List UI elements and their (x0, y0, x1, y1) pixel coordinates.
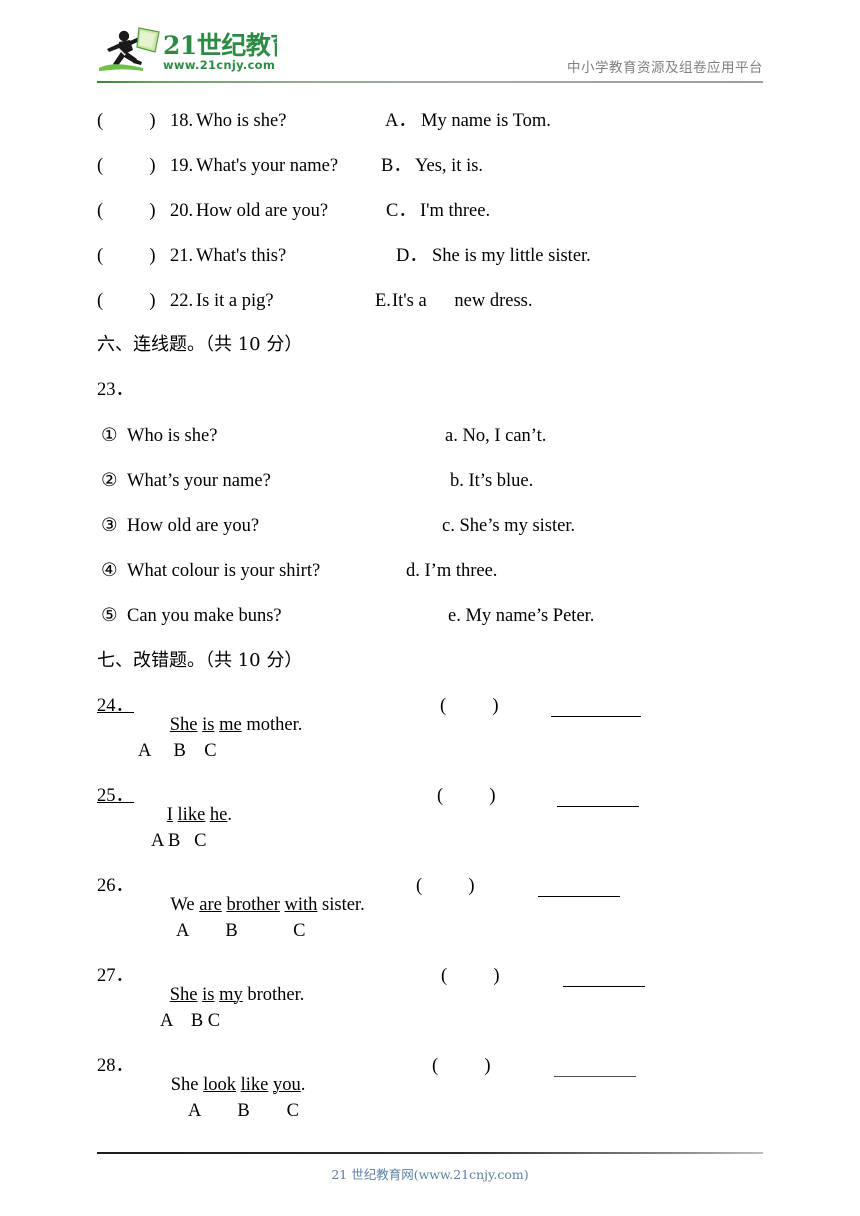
correction-number-28: 28． (97, 1056, 135, 1076)
question-row-18-text: Who is she? (196, 111, 287, 131)
option-a-label: A． (385, 111, 417, 131)
underlined-word: he (209, 804, 228, 825)
option-d-text: She is my little sister. (432, 246, 591, 266)
underlined-word: with (284, 894, 318, 915)
underlined-word: are (199, 894, 222, 915)
plain-text: . (300, 1074, 306, 1095)
underlined-word: like (240, 1074, 269, 1095)
option-a-text: My name is Tom. (421, 111, 551, 131)
question-row-20-text: How old are you? (196, 201, 329, 221)
option-b-text: Yes, it is. (415, 156, 484, 176)
match-right-text-e: e. My name’s Peter. (448, 606, 595, 626)
correction-choices-26: A B C (176, 921, 306, 941)
question-row-19-bracket: ( ) (97, 156, 156, 176)
correction-number-26: 26． (97, 876, 135, 896)
match-left-text-5: Can you make buns? (127, 606, 282, 626)
correction-number-24: 24． (97, 696, 135, 716)
option-c-label: C． (386, 201, 417, 221)
answer-blank-24[interactable] (551, 716, 641, 717)
underlined-word: my (219, 984, 243, 1005)
underlined-word: She (169, 714, 198, 735)
match-left-marker-5: ⑤ (101, 606, 118, 626)
correction-choices-27: A B C (160, 1011, 221, 1031)
plain-text: She (170, 1074, 204, 1095)
plain-text: sister. (317, 894, 365, 915)
option-c-text: I'm three. (420, 201, 491, 221)
answer-blank-26[interactable] (538, 896, 620, 897)
option-e-label: E. (375, 291, 391, 311)
option-d-label: D． (396, 246, 428, 266)
plain-text: mother. (241, 714, 303, 735)
page-header: 21世纪教育 www.21cnjy.com 中小学教育资源及组卷应用平台 (97, 26, 763, 84)
answer-blank-27[interactable] (563, 986, 645, 987)
question-row-19-text: What's your name? (196, 156, 339, 176)
correction-bracket-27[interactable]: ( ) (441, 967, 500, 986)
question-row-21-text: What's this? (196, 246, 287, 266)
match-left-text-1: Who is she? (127, 426, 218, 446)
question-row-20-bracket: ( ) (97, 201, 156, 221)
correction-bracket-26[interactable]: ( ) (416, 877, 475, 896)
brand-logo: 21世纪教育 www.21cnjy.com (97, 26, 277, 76)
match-left-text-4: What colour is your shirt? (127, 561, 321, 581)
correction-number-27: 27． (97, 966, 135, 986)
underlined-word: She (169, 984, 198, 1005)
match-right-text-d: d. I’m three. (406, 561, 498, 581)
match-left-marker-1: ① (101, 426, 118, 446)
header-divider (97, 81, 763, 83)
section-six-heading: 六、连线题。（共 10 分） (97, 334, 303, 355)
underlined-word: like (177, 804, 206, 825)
match-right-text-b: b. It’s blue. (450, 471, 534, 491)
plain-text: We (170, 894, 200, 915)
footer-divider (97, 1152, 763, 1154)
match-left-text-2: What’s your name? (127, 471, 271, 491)
match-left-marker-2: ② (101, 471, 118, 491)
match-left-marker-3: ③ (101, 516, 118, 536)
match-right-text-a: a. No, I can’t. (445, 426, 547, 446)
question-row-22-text: Is it a pig? (196, 291, 274, 311)
underlined-word: you (273, 1074, 301, 1095)
svg-text:www.21cnjy.com: www.21cnjy.com (163, 58, 275, 72)
plain-text: brother. (242, 984, 305, 1005)
underlined-word: is (202, 714, 215, 735)
header-slogan: 中小学教育资源及组卷应用平台 (567, 60, 763, 76)
correction-choices-24: A B C (138, 741, 217, 761)
underlined-word: me (219, 714, 242, 735)
flag-icon (136, 27, 160, 53)
match-left-marker-4: ④ (101, 561, 118, 581)
question-row-22-bracket: ( ) (97, 291, 156, 311)
match-left-text-3: How old are you? (127, 516, 260, 536)
underlined-word: look (203, 1074, 237, 1095)
runner-icon (107, 30, 142, 67)
plain-text: . (227, 804, 233, 825)
document-page: 21世纪教育 www.21cnjy.com 中小学教育资源及组卷应用平台 ( )… (0, 0, 860, 1216)
correction-bracket-24[interactable]: ( ) (440, 697, 499, 716)
correction-bracket-28[interactable]: ( ) (432, 1057, 491, 1076)
correction-choices-28: A B C (188, 1101, 300, 1121)
footer-text: 21 世纪教育网(www.21cnjy.com) (331, 1167, 529, 1182)
question-row-21-bracket: ( ) (97, 246, 156, 266)
question-row-22-number: 22. (170, 291, 194, 311)
svg-text:21世纪教育: 21世纪教育 (163, 31, 277, 60)
option-b-label: B． (381, 156, 412, 176)
correction-choices-25: A B C (151, 831, 207, 851)
question-row-18-bracket: ( ) (97, 111, 156, 131)
question-row-20-number: 20. (170, 201, 194, 221)
match-right-text-c: c. She’s my sister. (442, 516, 576, 536)
answer-blank-25[interactable] (557, 806, 639, 807)
answer-blank-28[interactable] (554, 1076, 636, 1077)
section-six-number: 23． (97, 380, 135, 400)
correction-bracket-25[interactable]: ( ) (437, 787, 496, 806)
option-e-text: It's a new dress. (392, 291, 533, 311)
section-seven-heading: 七、改错题。（共 10 分） (97, 650, 303, 671)
underlined-word: brother (226, 894, 280, 915)
question-row-21-number: 21. (170, 246, 194, 266)
question-row-19-number: 19. (170, 156, 194, 176)
question-row-18-number: 18. (170, 111, 194, 131)
correction-number-25: 25． (97, 786, 135, 806)
underlined-word: is (202, 984, 215, 1005)
